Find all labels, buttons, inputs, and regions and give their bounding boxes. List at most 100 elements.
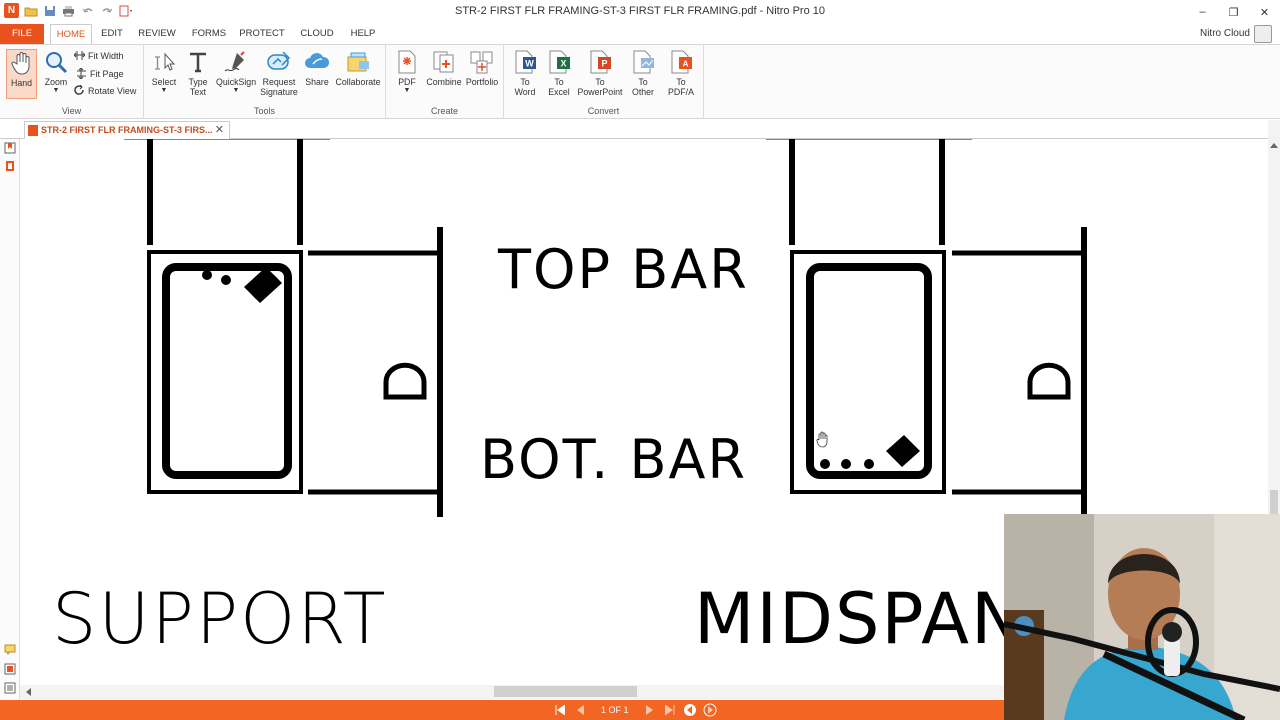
scroll-up-icon[interactable] [1270,142,1278,148]
comments-panel-icon[interactable] [4,643,16,655]
request-signature-label-1: Request [262,77,296,87]
tab-help[interactable]: HELP [346,24,380,44]
combine-button[interactable]: Combine [424,49,464,87]
word-icon: W [515,50,536,74]
list-panel-icon[interactable] [4,682,16,694]
rotate-view-label: Rotate View [88,85,137,96]
redo-icon[interactable] [99,3,114,18]
page-indicator[interactable]: 1 OF 1 [601,705,629,715]
ribbon-tabs: FILE HOME EDIT REVIEW FORMS PROTECT CLOU… [0,24,1280,44]
document-tabs: STR-2 FIRST FLR FRAMING-ST-3 FIRS... ✕ [0,120,1280,139]
print-icon[interactable] [61,3,76,18]
collaborate-button[interactable]: Collaborate [334,49,382,87]
to-pdfa-button[interactable]: A To PDF/A [661,49,701,97]
open-folder-icon[interactable] [23,3,38,18]
select-cursor-icon [155,52,176,71]
rotate-view-button[interactable]: Rotate View [74,85,136,96]
support-rebar-marks [202,267,282,303]
bot-bar-label: BOT. BAR [480,428,748,491]
ribbon-group-convert: W To Word X To Excel P To PowerPoint To … [504,45,704,119]
request-signature-button[interactable]: Request Signature [258,49,300,97]
convert-other-icon [633,50,654,74]
bookmarks-panel-icon[interactable] [4,142,16,154]
request-signature-icon [267,51,291,70]
attachments-panel-icon[interactable] [4,160,16,172]
close-tab-icon[interactable]: ✕ [215,122,224,138]
customize-qat-icon[interactable] [118,3,133,18]
excel-icon: X [549,50,570,74]
avatar[interactable] [1254,25,1272,43]
to-excel-button[interactable]: X To Excel [544,49,574,97]
svg-text:P: P [601,59,607,69]
ribbon-group-tools: Select ▼ Type Text QuickSign ▼ Request S… [144,45,386,119]
webcam-overlay [1004,514,1280,720]
pdf-label: PDF [398,77,416,87]
convert-group-label: Convert [587,106,620,116]
share-button[interactable]: Share [302,49,332,87]
nitro-logo-icon[interactable]: N [4,3,19,18]
save-icon[interactable] [42,3,57,18]
support-label: SUPPORT [52,578,388,660]
forward-view-icon[interactable] [703,703,717,717]
midspan-rebar-marks [820,435,920,469]
fit-width-icon [74,51,85,60]
hand-cursor-icon [816,431,828,448]
restore-button[interactable]: ❐ [1218,0,1249,24]
tab-review[interactable]: REVIEW [136,24,178,44]
to-word-label-2: Word [514,87,536,97]
to-powerpoint-button[interactable]: P To PowerPoint [576,49,624,97]
minimize-button[interactable]: – [1187,0,1218,24]
undo-icon[interactable] [80,3,95,18]
quicksign-button[interactable]: QuickSign ▼ [216,49,256,94]
tab-edit[interactable]: EDIT [96,24,128,44]
ribbon-group-create: PDF ▼ Combine Portfolio Create [386,45,504,119]
quicksign-label: QuickSign [216,77,257,87]
share-label: Share [305,77,329,87]
portfolio-button[interactable]: Portfolio [464,49,500,87]
to-word-button[interactable]: W To Word [510,49,540,97]
horizontal-scroll-thumb[interactable] [494,686,637,697]
portfolio-label: Portfolio [465,77,499,87]
tab-forms[interactable]: FORMS [188,24,230,44]
hand-label: Hand [10,78,33,88]
zoom-label: Zoom [44,77,68,87]
first-page-icon[interactable] [553,703,567,717]
type-text-label-1: Type [188,77,208,87]
type-text-button[interactable]: Type Text [183,49,213,97]
fit-page-button[interactable]: Fit Page [76,68,124,79]
to-excel-label-1: To [554,77,564,87]
last-page-icon[interactable] [663,703,677,717]
scroll-left-icon[interactable] [25,688,31,696]
previous-page-icon[interactable] [573,703,587,717]
quick-access-toolbar: N [4,3,133,18]
fit-width-button[interactable]: Fit Width [74,50,124,61]
output-panel-icon[interactable] [4,663,16,675]
tab-home[interactable]: HOME [50,24,92,44]
svg-text:X: X [560,59,566,69]
zoom-button[interactable]: Zoom ▼ [41,49,71,94]
pdf-button[interactable]: PDF ▼ [392,49,422,94]
tab-file[interactable]: FILE [0,24,44,44]
window-controls: – ❐ ✕ [1187,0,1280,24]
svg-text:W: W [525,59,534,69]
collaborate-icon [347,52,369,72]
next-page-icon[interactable] [643,703,657,717]
hand-button[interactable]: Hand [6,49,37,99]
tab-cloud[interactable]: CLOUD [296,24,338,44]
close-button[interactable]: ✕ [1249,0,1280,24]
tools-group-label: Tools [253,106,275,116]
select-dropdown-icon: ▼ [160,87,168,94]
tab-protect[interactable]: PROTECT [238,24,286,44]
back-view-icon[interactable] [683,703,697,717]
to-other-button[interactable]: To Other [625,49,661,97]
select-label: Select [151,77,177,87]
support-beam-section [147,139,443,517]
section-tag-icon [1027,362,1071,400]
portfolio-icon [470,51,493,74]
combine-label: Combine [426,77,462,87]
select-button[interactable]: Select ▼ [149,49,179,94]
presenter-video-image [1004,514,1280,720]
account-label[interactable]: Nitro Cloud [1200,28,1250,39]
create-group-label: Create [430,106,458,116]
document-tab[interactable]: STR-2 FIRST FLR FRAMING-ST-3 FIRS... ✕ [24,121,230,139]
